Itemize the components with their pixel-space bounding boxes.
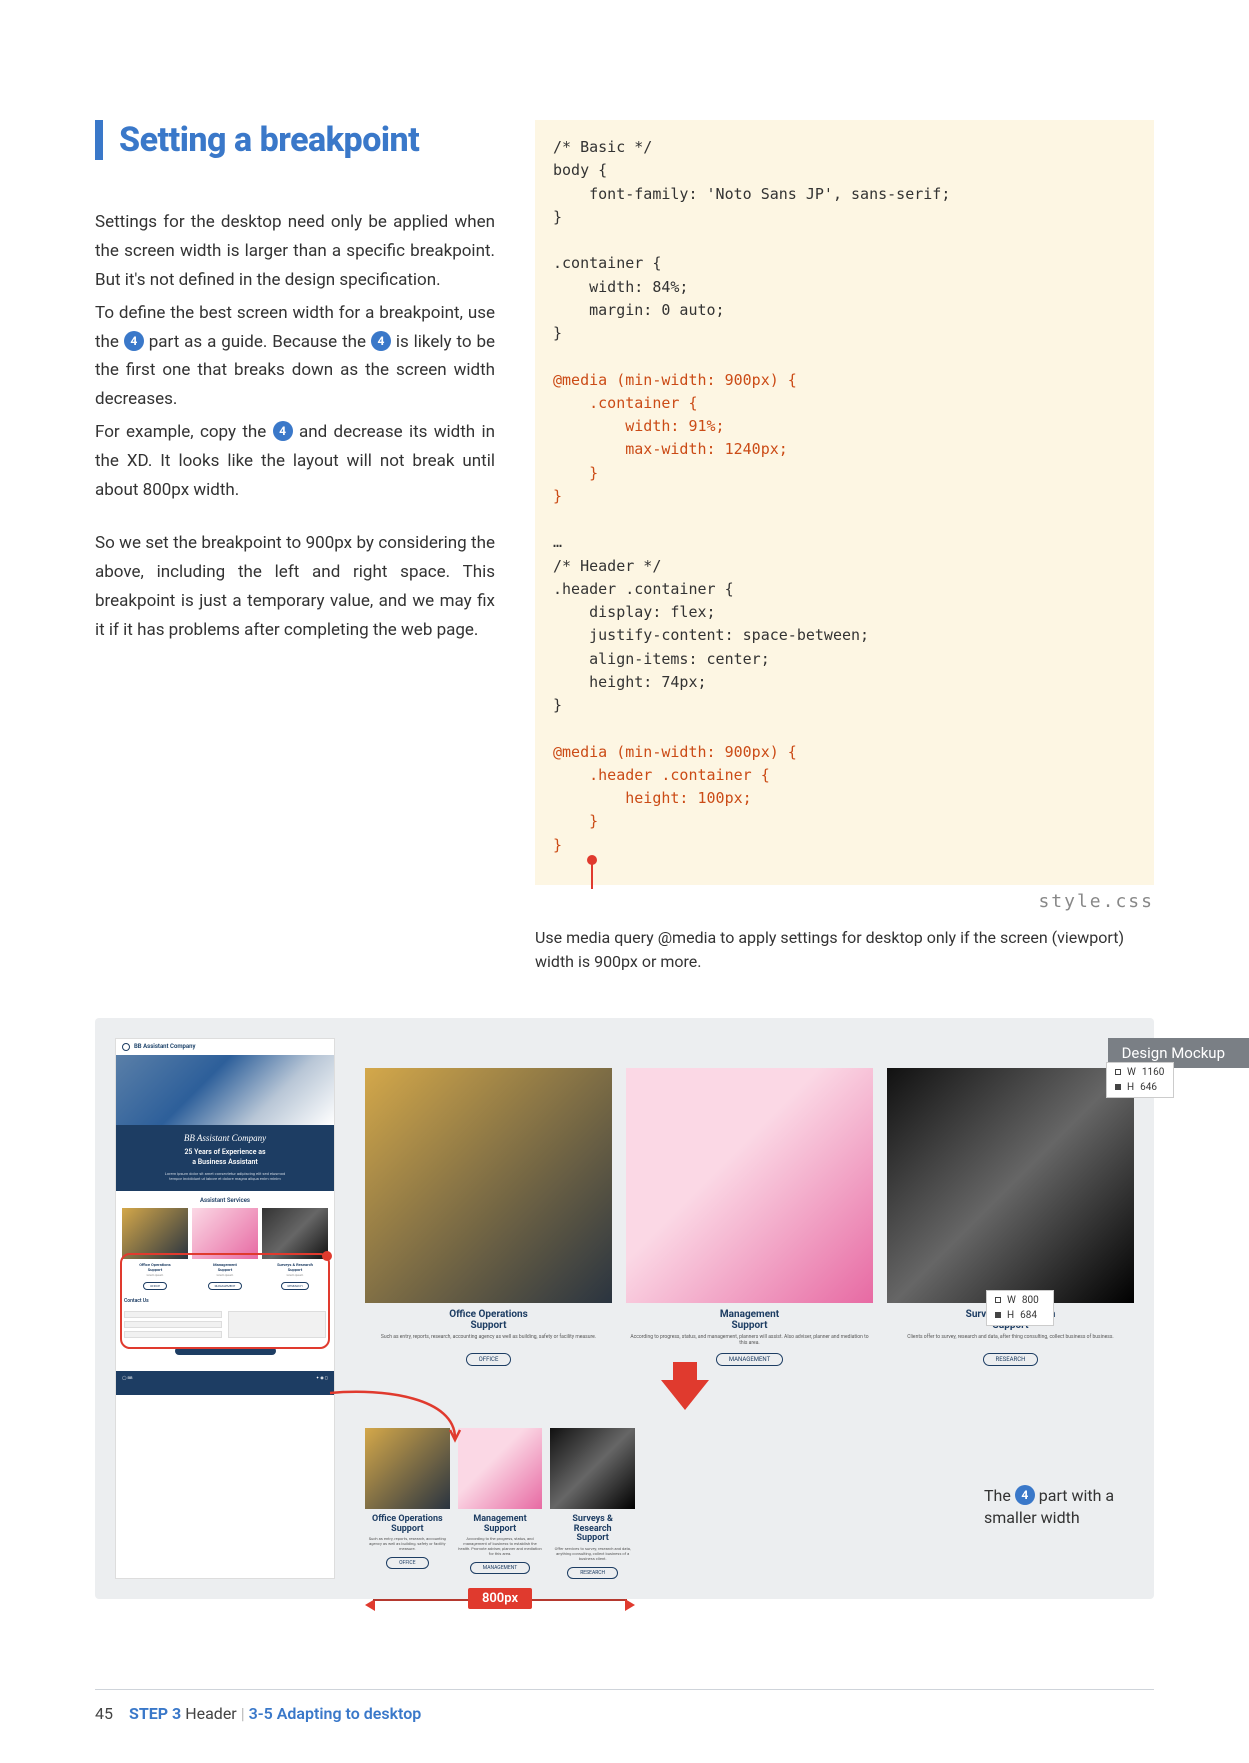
mock-full-page: BB Assistant Company BB Assistant Compan… (115, 1038, 335, 1579)
code-block: /* Basic */ body { font-family: 'Noto Sa… (535, 120, 1154, 885)
page-footer: 45 STEP 3 Header | 3-5 Adapting to deskt… (95, 1704, 1154, 1723)
page-number: 45 (95, 1704, 113, 1723)
title-bar-accent (95, 120, 103, 160)
footer-topic-num: 3-5 (249, 1704, 273, 1723)
paragraph-1b: To define the best screen width for a br… (95, 299, 495, 415)
badge-4-icon: 4 (124, 331, 144, 351)
code-filename: style.css (535, 891, 1154, 912)
mock-hero-band: BB Assistant Company 25 Years of Experie… (116, 1125, 334, 1191)
paragraph-1c: For example, copy the 4 and decrease its… (95, 418, 495, 505)
footer-step: STEP 3 (129, 1704, 181, 1723)
footer-divider (95, 1689, 1154, 1690)
mock-tagline: 25 Years of Experience asa Business Assi… (120, 1148, 330, 1166)
mock-hero-image (116, 1055, 334, 1125)
paragraph-2: So we set the breakpoint to 900px by con… (95, 529, 495, 645)
annotation-text: The 4 part with a smaller width (984, 1485, 1144, 1529)
mock-logo-icon (122, 1043, 130, 1051)
mock-cards-narrow: Office Operations SupportSuch as entry, … (365, 1428, 635, 1579)
mock-cards-row: Office Operations Supportlorem ipsumOFFI… (116, 1208, 334, 1290)
mock-footer: ◯ BB✦ ◉ ◻ (116, 1371, 334, 1395)
mock-inspection: Office Operations SupportSuch as entry, … (365, 1038, 1134, 1579)
footer-step-name: Header (185, 1704, 237, 1723)
title-text: Setting a breakpoint (119, 120, 419, 160)
down-arrow-icon (661, 1380, 709, 1410)
code-caption: Use media query @media to apply settings… (535, 926, 1154, 974)
section-title: Setting a breakpoint (95, 120, 495, 160)
dimension-box-top: W1160 H646 (1106, 1062, 1174, 1098)
mock-header: BB Assistant Company (116, 1039, 334, 1055)
width-indicator: 800px (365, 1587, 635, 1611)
paragraph-1a: Settings for the desktop need only be ap… (95, 208, 495, 295)
footer-topic: Adapting to desktop (277, 1704, 422, 1723)
badge-4-icon: 4 (1015, 1485, 1035, 1505)
mock-contact: Contact Us (116, 1290, 334, 1363)
width-label: 800px (468, 1588, 532, 1609)
mock-services-label: Assistant Services (116, 1191, 334, 1208)
badge-4-icon: 4 (273, 421, 293, 441)
badge-4-icon: 4 (371, 331, 391, 351)
dimension-box-mid: W800 H684 (986, 1290, 1054, 1326)
pointer-line-icon (591, 859, 593, 889)
design-mockup-panel: Design Mockup BB Assistant Company BB As… (95, 1018, 1154, 1599)
